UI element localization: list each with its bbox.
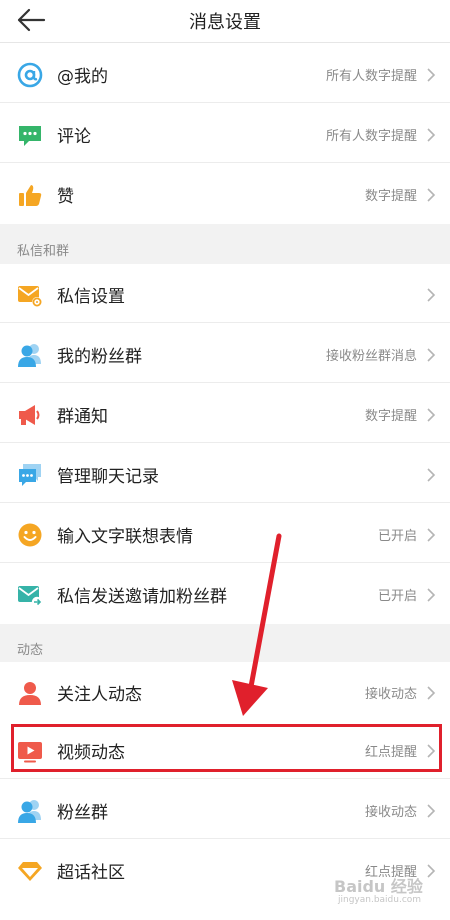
row-value: 接收动态 xyxy=(364,805,417,820)
top-bar: 消息设置 xyxy=(0,0,450,43)
divider xyxy=(0,778,450,779)
setting-row-likes[interactable]: 赞 数字提醒 xyxy=(0,164,450,223)
setting-row-mentions[interactable]: @我的 所有人数字提醒 xyxy=(0,44,450,103)
row-label: 群通知 xyxy=(57,407,108,427)
row-value: 接收动态 xyxy=(364,687,417,702)
mail-invite-icon xyxy=(17,582,43,608)
setting-row-comments[interactable]: 评论 所有人数字提醒 xyxy=(0,104,450,163)
watermark: Baidu 经验 xyxy=(334,877,423,896)
row-label: 视频动态 xyxy=(57,743,125,763)
chevron-right-icon xyxy=(427,408,436,422)
row-label: 超话社区 xyxy=(57,863,125,883)
row-value: 接收粉丝群消息 xyxy=(325,349,417,364)
divider xyxy=(0,322,450,323)
chevron-right-icon xyxy=(427,744,436,758)
chevron-right-icon xyxy=(427,588,436,602)
section-header-dm-groups: 私信和群 xyxy=(0,224,450,264)
setting-row-group-notice[interactable]: 群通知 数字提醒 xyxy=(0,384,450,443)
diamond-icon xyxy=(17,858,43,884)
divider xyxy=(0,442,450,443)
row-value: 数字提醒 xyxy=(364,189,417,204)
row-value: 数字提醒 xyxy=(364,409,417,424)
setting-row-video-feed[interactable]: 视频动态 红点提醒 xyxy=(0,720,450,779)
chevron-right-icon xyxy=(427,188,436,202)
megaphone-icon xyxy=(17,402,43,428)
row-label: 私信发送邀请加粉丝群 xyxy=(57,587,227,607)
chevron-right-icon xyxy=(427,348,436,362)
chevron-right-icon xyxy=(427,68,436,82)
chevron-right-icon xyxy=(427,288,436,302)
setting-row-chat-history[interactable]: 管理聊天记录 xyxy=(0,444,450,503)
row-label: 评论 xyxy=(57,127,91,147)
chevron-right-icon xyxy=(427,468,436,482)
comment-icon xyxy=(17,122,43,148)
divider xyxy=(0,502,450,503)
video-icon xyxy=(17,738,43,764)
row-label: 关注人动态 xyxy=(57,685,142,705)
row-value: 红点提醒 xyxy=(364,745,417,760)
setting-row-my-fan-group[interactable]: 我的粉丝群 接收粉丝群消息 xyxy=(0,324,450,383)
setting-row-emoji-suggest[interactable]: 输入文字联想表情 已开启 xyxy=(0,504,450,563)
chevron-right-icon xyxy=(427,686,436,700)
row-value: 所有人数字提醒 xyxy=(325,129,417,144)
setting-row-dm-invite[interactable]: 私信发送邀请加粉丝群 已开启 xyxy=(0,564,450,623)
row-value: 已开启 xyxy=(377,589,417,604)
divider xyxy=(0,838,450,839)
chevron-right-icon xyxy=(427,864,436,878)
divider xyxy=(0,382,450,383)
fan-group-icon xyxy=(17,342,43,368)
page-title: 消息设置 xyxy=(189,12,261,33)
section-title: 私信和群 xyxy=(17,244,70,259)
row-label: 输入文字联想表情 xyxy=(57,527,193,547)
setting-row-following-feed[interactable]: 关注人动态 接收动态 xyxy=(0,662,450,721)
section-header-feed: 动态 xyxy=(0,624,450,662)
row-label: 粉丝群 xyxy=(57,803,108,823)
row-label: 管理聊天记录 xyxy=(57,467,159,487)
chevron-right-icon xyxy=(427,804,436,818)
chevron-right-icon xyxy=(427,128,436,142)
row-value: 已开启 xyxy=(377,529,417,544)
fan-group-icon xyxy=(17,798,43,824)
mail-settings-icon xyxy=(17,282,43,308)
setting-row-dm-settings[interactable]: 私信设置 xyxy=(0,264,450,323)
emoji-icon xyxy=(17,522,43,548)
divider xyxy=(0,102,450,103)
thumbs-up-icon xyxy=(17,182,43,208)
divider xyxy=(0,162,450,163)
watermark-url: jingyan.baidu.com xyxy=(338,895,422,905)
row-label: 赞 xyxy=(57,187,74,207)
divider xyxy=(0,562,450,563)
row-value: 所有人数字提醒 xyxy=(325,69,417,84)
row-label: 私信设置 xyxy=(57,287,125,307)
row-label: 我的粉丝群 xyxy=(57,347,142,367)
row-label: @我的 xyxy=(57,67,108,87)
chat-history-icon xyxy=(17,462,43,488)
person-icon xyxy=(17,680,43,706)
setting-row-fan-group[interactable]: 粉丝群 接收动态 xyxy=(0,780,450,839)
at-icon xyxy=(17,62,43,88)
section-title: 动态 xyxy=(17,643,44,658)
chevron-right-icon xyxy=(427,528,436,542)
